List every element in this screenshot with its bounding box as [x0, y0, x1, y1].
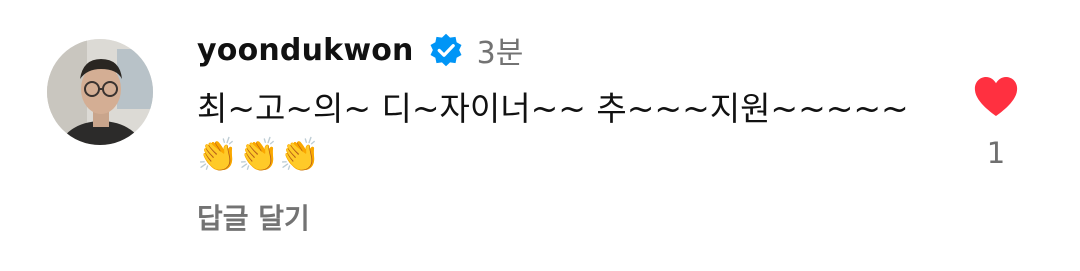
- verified-badge-icon: [428, 32, 464, 68]
- heart-icon[interactable]: [972, 74, 1020, 118]
- like-count: 1: [986, 136, 1006, 170]
- avatar-photo: [47, 39, 153, 145]
- reply-button[interactable]: 답글 달기: [197, 197, 310, 237]
- timestamp: 3분: [476, 36, 524, 71]
- avatar[interactable]: [47, 39, 153, 145]
- comment: yoondukwon 3분 최~고~의~ 디~자이너~~ 추~~~지원~~~~~…: [0, 0, 1080, 271]
- like-area: 1: [960, 74, 1032, 170]
- comment-text: 최~고~의~ 디~자이너~~ 추~~~지원~~~~~ 👏👏👏: [197, 89, 909, 174]
- username[interactable]: yoondukwon: [197, 33, 414, 68]
- comment-header: yoondukwon 3분: [197, 28, 523, 72]
